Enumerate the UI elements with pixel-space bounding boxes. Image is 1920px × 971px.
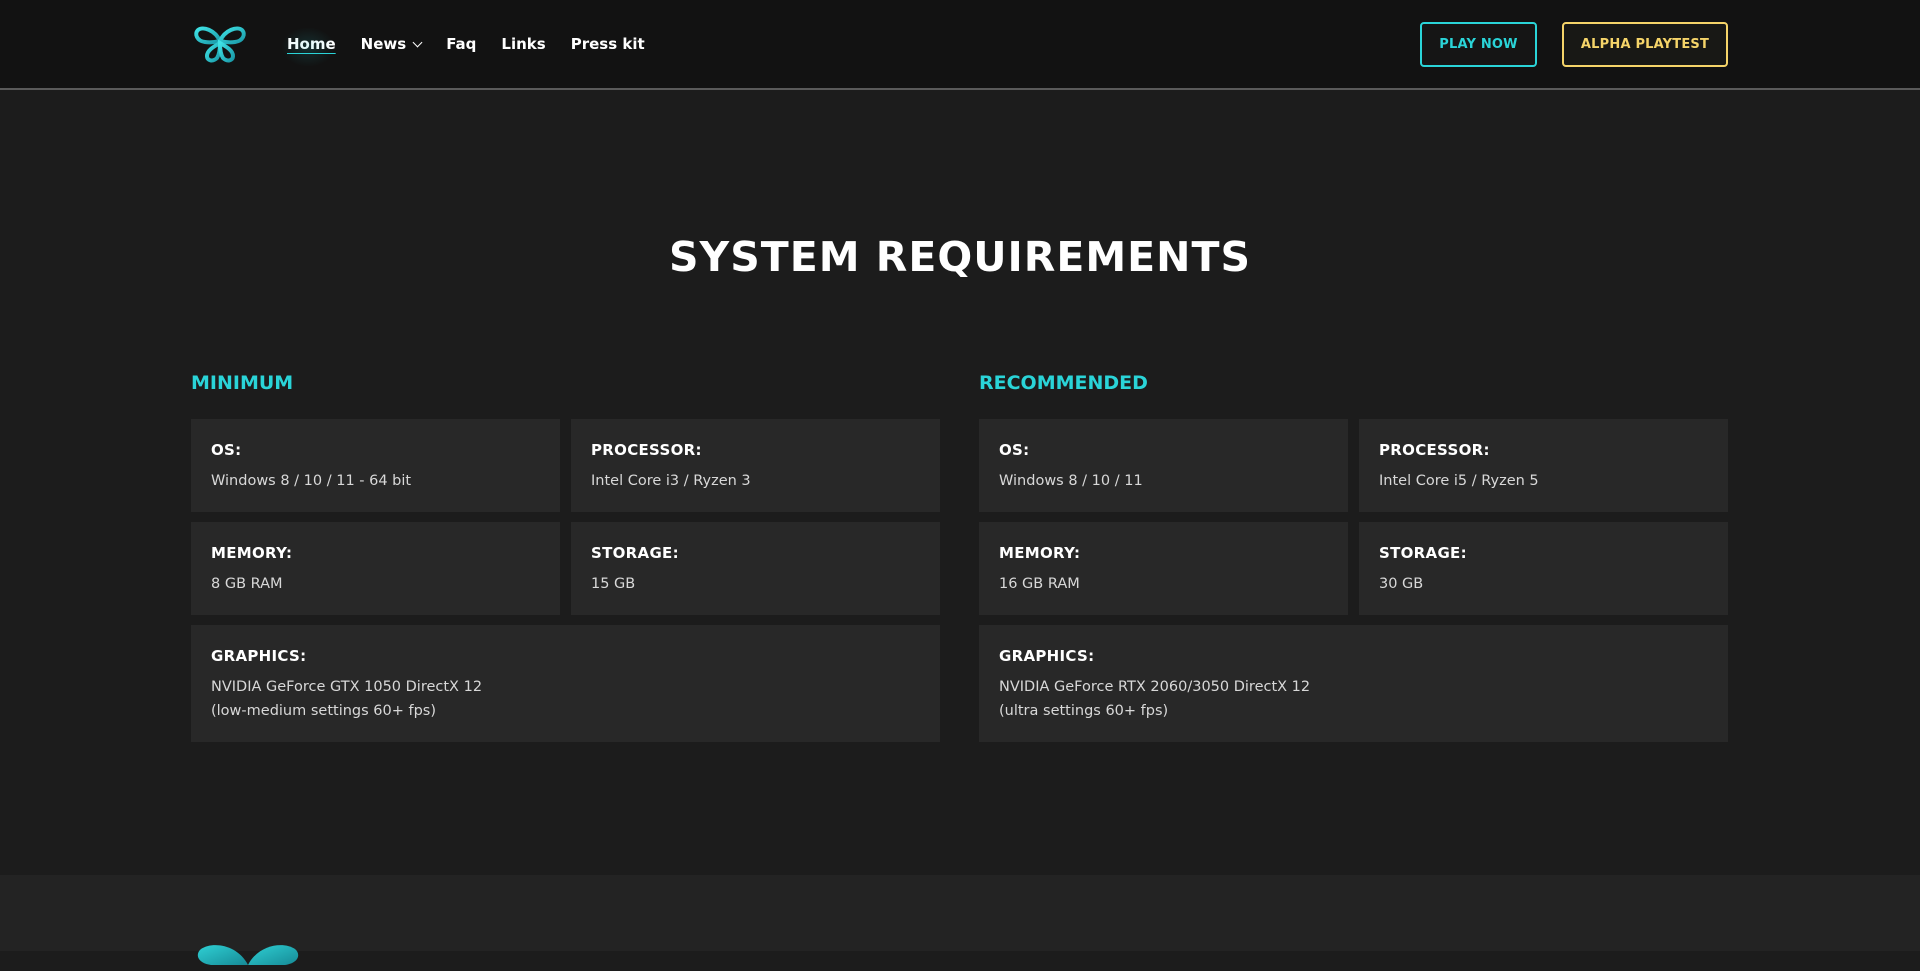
rec-graphics-label: GRAPHICS: bbox=[999, 647, 1095, 665]
rec-graphics-line1: NVIDIA GeForce RTX 2060/3050 DirectX 12 bbox=[999, 679, 1311, 695]
nav-links[interactable]: Links bbox=[501, 35, 545, 53]
rec-os-label: OS: bbox=[999, 441, 1030, 459]
main-nav: Home News Faq Links Press kit bbox=[281, 27, 670, 67]
min-graphics-line2: (low-medium settings 60+ fps) bbox=[211, 703, 437, 719]
min-graphics-label: GRAPHICS: bbox=[211, 647, 307, 665]
recommended-heading: RECOMMENDED bbox=[979, 372, 1148, 394]
min-processor-card: PROCESSOR: Intel Core i3 / Ryzen 3 bbox=[571, 419, 940, 512]
minimum-column: MINIMUM OS: Windows 8 / 10 / 11 - 64 bit… bbox=[191, 372, 940, 742]
min-memory-value: 8 GB RAM bbox=[211, 576, 283, 592]
rec-processor-value: Intel Core i5 / Ryzen 5 bbox=[1379, 473, 1539, 489]
rec-processor-label: PROCESSOR: bbox=[1379, 441, 1490, 459]
chevron-down-icon bbox=[412, 37, 423, 47]
rec-memory-value: 16 GB RAM bbox=[999, 576, 1080, 592]
min-memory-label: MEMORY: bbox=[211, 544, 293, 562]
site-header: Home News Faq Links Press kit PLAY NOW A… bbox=[0, 0, 1920, 90]
butterfly-logo-icon[interactable] bbox=[193, 941, 303, 971]
nav-news[interactable]: News bbox=[360, 35, 423, 53]
nav-home[interactable]: Home bbox=[281, 27, 336, 67]
nav-news-label: News bbox=[360, 35, 407, 53]
site-footer bbox=[0, 875, 1920, 965]
rec-storage-card: STORAGE: 30 GB bbox=[1359, 522, 1728, 615]
play-now-button[interactable]: PLAY NOW bbox=[1420, 22, 1537, 67]
min-os-label: OS: bbox=[211, 441, 242, 459]
minimum-heading: MINIMUM bbox=[191, 372, 294, 394]
nav-faq[interactable]: Faq bbox=[446, 35, 476, 53]
rec-graphics-line2: (ultra settings 60+ fps) bbox=[999, 703, 1169, 719]
min-graphics-line1: NVIDIA GeForce GTX 1050 DirectX 12 bbox=[211, 679, 483, 695]
nav-press-kit[interactable]: Press kit bbox=[571, 35, 645, 53]
min-os-value: Windows 8 / 10 / 11 - 64 bit bbox=[211, 473, 412, 489]
rec-os-card: OS: Windows 8 / 10 / 11 bbox=[979, 419, 1348, 512]
system-requirements-section: SYSTEM REQUIREMENTS MINIMUM OS: Windows … bbox=[0, 108, 1920, 875]
rec-storage-label: STORAGE: bbox=[1379, 544, 1467, 562]
min-storage-value: 15 GB bbox=[591, 576, 636, 592]
rec-memory-label: MEMORY: bbox=[999, 544, 1081, 562]
min-processor-label: PROCESSOR: bbox=[591, 441, 702, 459]
min-processor-value: Intel Core i3 / Ryzen 3 bbox=[591, 473, 751, 489]
alpha-playtest-button[interactable]: ALPHA PLAYTEST bbox=[1562, 22, 1728, 67]
rec-graphics-card: GRAPHICS: NVIDIA GeForce RTX 2060/3050 D… bbox=[979, 625, 1728, 742]
butterfly-logo-icon[interactable] bbox=[193, 24, 247, 64]
rec-os-value: Windows 8 / 10 / 11 bbox=[999, 473, 1143, 489]
min-os-card: OS: Windows 8 / 10 / 11 - 64 bit bbox=[191, 419, 560, 512]
min-graphics-card: GRAPHICS: NVIDIA GeForce GTX 1050 Direct… bbox=[191, 625, 940, 742]
recommended-column: RECOMMENDED OS: Windows 8 / 10 / 11 PROC… bbox=[979, 372, 1728, 742]
min-memory-card: MEMORY: 8 GB RAM bbox=[191, 522, 560, 615]
min-storage-card: STORAGE: 15 GB bbox=[571, 522, 940, 615]
rec-processor-card: PROCESSOR: Intel Core i5 / Ryzen 5 bbox=[1359, 419, 1728, 512]
section-title: SYSTEM REQUIREMENTS bbox=[669, 233, 1251, 281]
rec-memory-card: MEMORY: 16 GB RAM bbox=[979, 522, 1348, 615]
rec-storage-value: 30 GB bbox=[1379, 576, 1424, 592]
min-storage-label: STORAGE: bbox=[591, 544, 679, 562]
